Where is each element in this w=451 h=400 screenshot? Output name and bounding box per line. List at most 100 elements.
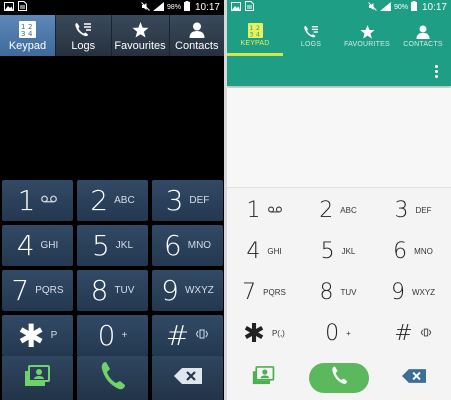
key-letters: PQRS <box>263 288 286 297</box>
clock: 10:17 <box>421 2 447 13</box>
key-digit: 5 <box>320 239 335 264</box>
action-row <box>2 356 223 400</box>
mute-icon <box>141 1 150 14</box>
backspace-icon <box>173 367 202 389</box>
tab-keypad-label: KEYPAD <box>240 39 270 47</box>
file-notification-icon <box>245 1 254 14</box>
light-dialer-screen: 90% 10:17 1234 KEYPAD LOGS FAVOURITES CO… <box>227 0 451 400</box>
clock: 10:17 <box>194 2 220 13</box>
tab-favourites[interactable]: FAVOURITES <box>339 15 395 56</box>
key-letters: GHI <box>267 247 282 256</box>
key-3[interactable]: 3 DEF <box>152 180 223 221</box>
key-1[interactable]: 1 <box>2 180 73 221</box>
video-call-button[interactable] <box>227 356 301 400</box>
key-9[interactable]: 9 WXYZ <box>375 272 451 313</box>
key-letters: DEF <box>189 195 210 206</box>
key-letters: DEF <box>415 206 432 215</box>
svg-text:4: 4 <box>256 32 260 39</box>
key-6[interactable]: 6 MNO <box>375 231 451 272</box>
key-5[interactable]: 5 JKL <box>301 231 375 272</box>
key-7[interactable]: 7 PQRS <box>2 270 73 311</box>
svg-text:3: 3 <box>249 32 253 39</box>
call-pill <box>309 363 369 393</box>
key-digit: 0 <box>325 321 340 346</box>
key-digit: 6 <box>163 229 182 262</box>
key-letters: TUV <box>114 285 135 296</box>
key-digit: 9 <box>161 274 179 307</box>
key-3[interactable]: 3 DEF <box>375 190 451 231</box>
key-7[interactable]: 7 PQRS <box>227 272 301 313</box>
tab-keypad[interactable]: 1234 KEYPAD <box>227 15 283 56</box>
key-letters: + <box>346 329 351 338</box>
file-notification-icon <box>18 1 27 14</box>
key-digit: 7 <box>11 274 30 307</box>
tab-favourites-label: Favourites <box>114 39 166 52</box>
key-0[interactable]: 0 + <box>301 313 375 354</box>
status-bar: 90% 10:17 <box>227 0 451 15</box>
key-6[interactable]: 6 MNO <box>152 225 223 266</box>
tab-contacts[interactable]: CONTACTS <box>395 15 451 56</box>
key-letters: JKL <box>115 240 134 251</box>
key-digit: # <box>394 321 413 346</box>
key-digit: 5 <box>91 229 110 262</box>
key-2[interactable]: 2 ABC <box>301 190 375 231</box>
backspace-button[interactable] <box>377 356 451 400</box>
key-4[interactable]: 4 GHI <box>2 225 73 266</box>
key-4[interactable]: 4 GHI <box>227 231 301 272</box>
voicemail-icon <box>41 195 58 206</box>
dial-keypad: 1 2 ABC 3 DEF 4 GHI 5 JKL 6 MNO 7 PQRS 8 TUV 9W… <box>2 180 223 356</box>
key-hash[interactable]: # <box>152 315 223 356</box>
video-call-button[interactable] <box>2 356 73 400</box>
tab-keypad[interactable]: 1234 Keypad <box>0 15 56 56</box>
dark-dialer-screen: 98% 10:17 1234 Keypad Logs Favourites Co… <box>0 0 224 400</box>
backspace-icon <box>402 368 426 388</box>
key-star[interactable]: ✱ P <box>2 315 73 356</box>
key-letters: GHI <box>40 240 59 251</box>
key-digit: 4 <box>246 239 261 264</box>
signal-icon <box>379 1 391 14</box>
phone-icon <box>100 361 126 396</box>
key-star[interactable]: ✱ P(,) <box>227 313 301 354</box>
battery-icon <box>183 1 190 14</box>
key-digit: # <box>165 319 190 352</box>
key-8[interactable]: 8 TUV <box>301 272 375 313</box>
key-1[interactable]: 1 <box>227 190 301 231</box>
key-9[interactable]: 9 WXYZ <box>152 270 223 311</box>
tab-favourites[interactable]: Favourites <box>112 15 170 56</box>
call-button[interactable] <box>77 356 148 400</box>
person-icon <box>189 20 205 40</box>
key-letters: P <box>50 330 58 341</box>
tab-contacts-label: CONTACTS <box>403 41 443 48</box>
backspace-button[interactable] <box>152 356 223 400</box>
key-digit: ✱ <box>17 316 45 355</box>
key-letters: TUV <box>340 288 357 297</box>
key-letters: JKL <box>341 247 356 256</box>
svg-text:4: 4 <box>28 30 33 38</box>
call-button[interactable] <box>301 356 377 400</box>
person-icon <box>416 23 430 41</box>
dial-keypad: 1 2 ABC 3 DEF 4 GHI 5 JKL 6 MNO 7 PQRS 8 TUV 9W… <box>227 190 451 354</box>
tab-logs[interactable]: LOGS <box>283 15 339 56</box>
key-0[interactable]: 0 + <box>77 315 148 356</box>
key-letters: ABC <box>114 195 135 206</box>
key-hash[interactable]: # <box>375 313 451 354</box>
key-digit: 2 <box>319 198 334 223</box>
tab-contacts[interactable]: Contacts <box>170 15 225 56</box>
tab-keypad-label: Keypad <box>8 39 47 52</box>
mute-icon <box>368 1 377 14</box>
battery-percent: 98% <box>166 4 181 11</box>
tab-bar: 1234 Keypad Logs Favourites Contacts <box>0 15 224 56</box>
number-display[interactable] <box>227 88 451 188</box>
key-2[interactable]: 2 ABC <box>77 180 148 221</box>
video-call-icon <box>24 364 52 392</box>
voicemail-icon <box>267 206 282 215</box>
key-8[interactable]: 8 TUV <box>77 270 148 311</box>
tab-logs-label: Logs <box>71 39 96 52</box>
more-options-icon[interactable] <box>435 65 439 78</box>
gallery-notification-icon <box>4 1 14 14</box>
tab-logs[interactable]: Logs <box>56 15 112 56</box>
key-5[interactable]: 5 JKL <box>77 225 148 266</box>
key-letters: ABC <box>340 206 357 215</box>
key-letters: MNO <box>187 240 212 251</box>
gallery-notification-icon <box>231 1 241 14</box>
